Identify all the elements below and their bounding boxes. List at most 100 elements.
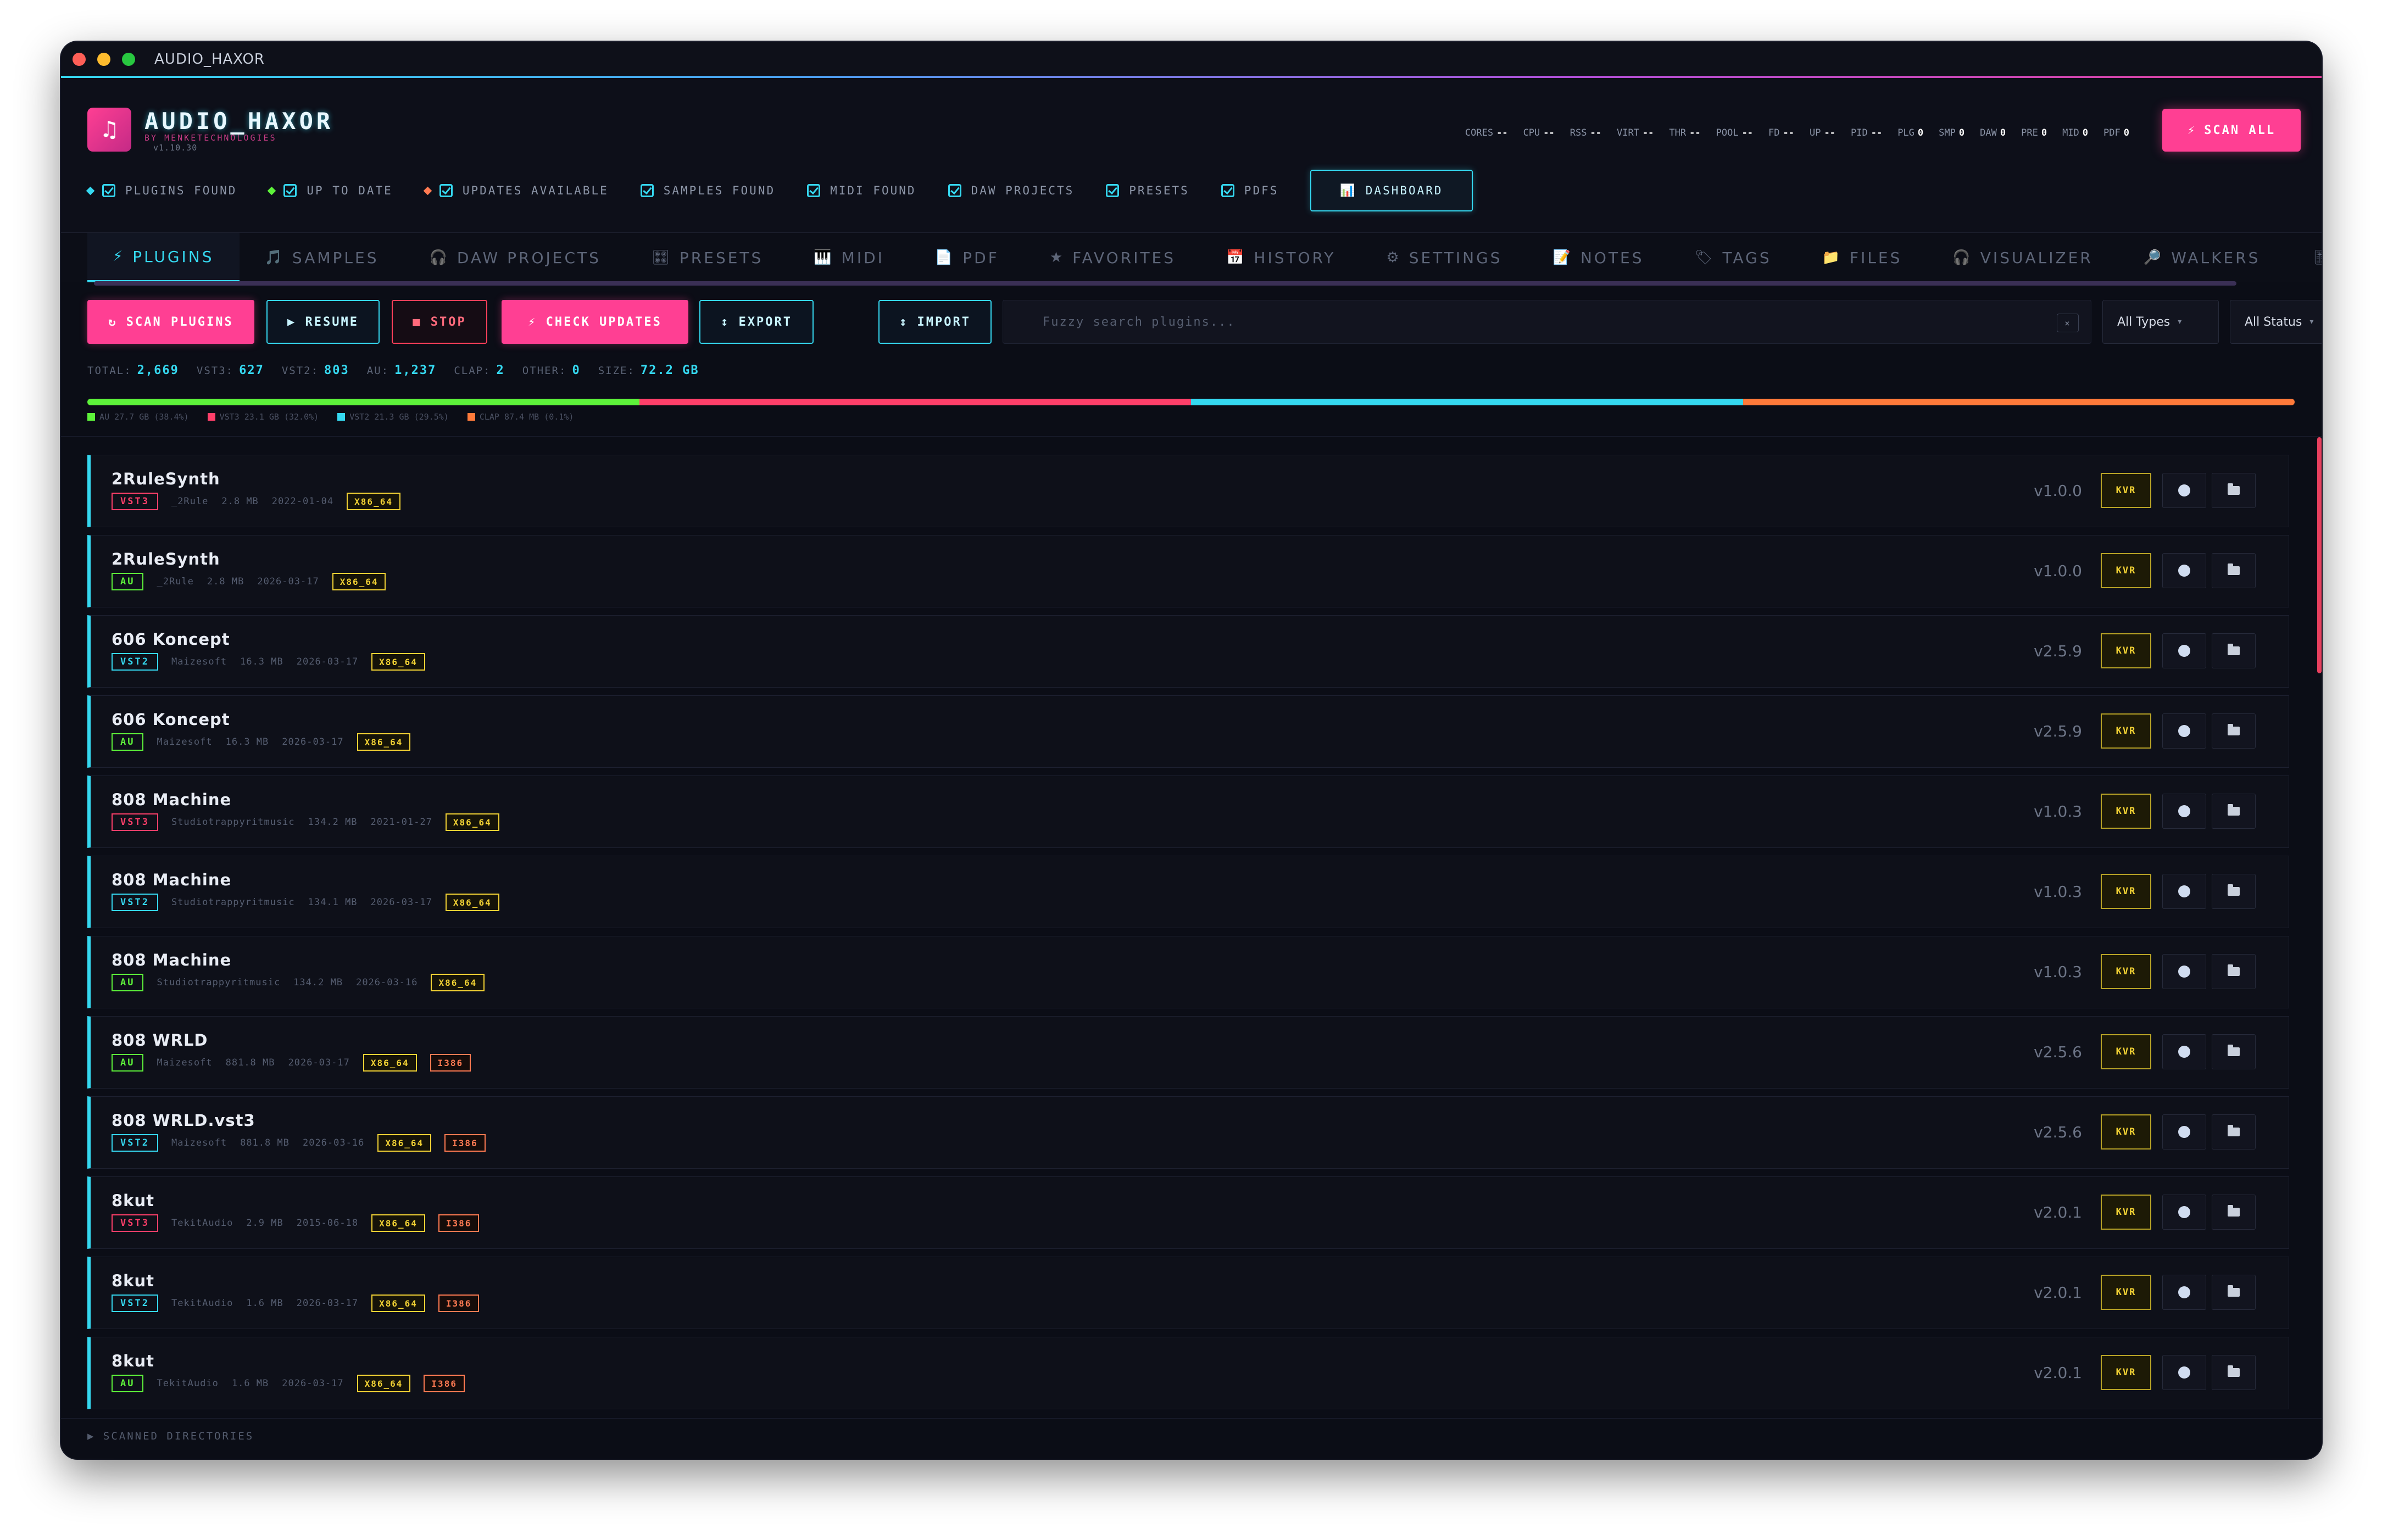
plugin-row[interactable]: 808 WRLD.vst3 VST2 Maizesoft 881.8 MB 2026-0… <box>87 1096 2289 1169</box>
reveal-button[interactable] <box>2162 1275 2206 1310</box>
tab-presets[interactable]: 🎛 PRESETS <box>626 233 788 282</box>
chip-midi-found[interactable]: MIDI FOUND <box>807 184 916 197</box>
reveal-button[interactable] <box>2162 473 2206 508</box>
stat-value: 0 <box>2041 127 2047 138</box>
reveal-button[interactable] <box>2162 1114 2206 1150</box>
kvr-button[interactable]: KVR <box>2101 874 2151 909</box>
dashboard-button[interactable]: 📊 DASHBOARD <box>1310 170 1473 211</box>
chip-samples-found[interactable]: SAMPLES FOUND <box>640 184 775 197</box>
kvr-button[interactable]: KVR <box>2101 1114 2151 1150</box>
tab-midi[interactable]: 🎹 MIDI <box>788 233 910 282</box>
open-folder-button[interactable] <box>2212 874 2256 909</box>
import-button[interactable]: ↕ IMPORT <box>878 300 992 344</box>
checkbox-icon[interactable] <box>439 184 453 197</box>
open-folder-button[interactable] <box>2212 1114 2256 1150</box>
clear-search-button[interactable]: × <box>2057 314 2079 332</box>
kvr-button[interactable]: KVR <box>2101 1275 2151 1310</box>
plugin-row[interactable]: 808 WRLD AU Maizesoft 881.8 MB 2026-03-17 X86… <box>87 1016 2289 1089</box>
kvr-button[interactable]: KVR <box>2101 553 2151 588</box>
kvr-button[interactable]: KVR <box>2101 713 2151 749</box>
plugin-row[interactable]: 8kut VST2 TekitAudio 1.6 MB 2026-03-17 X86_64… <box>87 1257 2289 1329</box>
tab-plugins[interactable]: ⚡ PLUGINS <box>87 233 240 282</box>
kvr-button[interactable]: KVR <box>2101 954 2151 989</box>
reveal-button[interactable] <box>2162 954 2206 989</box>
export-button[interactable]: ↕ EXPORT <box>699 300 814 344</box>
open-folder-button[interactable] <box>2212 553 2256 588</box>
chip-pdfs[interactable]: PDFS <box>1221 184 1279 197</box>
open-folder-button[interactable] <box>2212 1034 2256 1069</box>
tab-settings[interactable]: ⚙ SETTINGS <box>1361 233 1527 282</box>
open-folder-button[interactable] <box>2212 1195 2256 1230</box>
plugin-row[interactable]: 606 Koncept VST2 Maizesoft 16.3 MB 2026-03-1… <box>87 615 2289 688</box>
tab-daw-projects[interactable]: 🎧 DAW PROJECTS <box>404 233 626 282</box>
reveal-button[interactable] <box>2162 794 2206 829</box>
tab-walkers[interactable]: 🔎 WALKERS <box>2118 233 2286 282</box>
scan-plugins-button[interactable]: ↻ SCAN PLUGINS <box>87 300 254 344</box>
chip-daw-projects[interactable]: DAW PROJECTS <box>948 184 1075 197</box>
kvr-button[interactable]: KVR <box>2101 473 2151 508</box>
checkbox-icon[interactable] <box>1106 184 1120 197</box>
kvr-button[interactable]: KVR <box>2101 1355 2151 1390</box>
plugin-row[interactable]: 808 Machine AU Studiotrappyritmusic 134.2 M… <box>87 936 2289 1008</box>
status-filter-select[interactable]: All Status ▾ <box>2230 300 2322 344</box>
open-folder-button[interactable] <box>2212 713 2256 749</box>
tab-files[interactable]: 📁 FILES <box>1797 233 1928 282</box>
reveal-button[interactable] <box>2162 1195 2206 1230</box>
tab-audio[interactable]: 🎚AUDIO <box>2285 233 2322 282</box>
reveal-button[interactable] <box>2162 713 2206 749</box>
list-scrollbar[interactable] <box>2317 437 2322 1063</box>
reveal-button[interactable] <box>2162 553 2206 588</box>
close-window-button[interactable] <box>73 53 86 66</box>
reveal-button[interactable] <box>2162 1034 2206 1069</box>
list-scrollbar-thumb[interactable] <box>2317 437 2322 673</box>
plugin-row[interactable]: 606 Koncept AU Maizesoft 16.3 MB 2026-03-17 X… <box>87 695 2289 768</box>
open-folder-button[interactable] <box>2212 473 2256 508</box>
check-updates-button[interactable]: ⚡ CHECK UPDATES <box>502 300 688 344</box>
scan-all-button[interactable]: ⚡ SCAN ALL <box>2162 109 2301 152</box>
checkbox-icon[interactable] <box>1221 184 1234 197</box>
plugin-row[interactable]: 8kut VST3 TekitAudio 2.9 MB 2015-06-18 X86_64… <box>87 1176 2289 1249</box>
minimize-window-button[interactable] <box>97 53 110 66</box>
search-input[interactable]: Fuzzy search plugins... × <box>1003 300 2091 344</box>
plugin-row[interactable]: 808 Machine VST3 Studiotrappyritmusic 134.2… <box>87 775 2289 848</box>
plugin-row[interactable]: 2RuleSynth VST3 _2Rule 2.8 MB 2022-01-04 X86_… <box>87 455 2289 527</box>
checkbox-icon[interactable] <box>102 184 115 197</box>
reveal-button[interactable] <box>2162 1355 2206 1390</box>
chip-updates-available[interactable]: UPDATES AVAILABLE <box>423 184 609 197</box>
chip-presets[interactable]: PRESETS <box>1106 184 1189 197</box>
scanned-directories-toggle[interactable]: ▶ SCANNED DIRECTORIES <box>87 1430 254 1442</box>
tab-pdf[interactable]: 📄 PDF <box>910 233 1025 282</box>
checkbox-icon[interactable] <box>948 184 961 197</box>
checkbox-icon[interactable] <box>807 184 821 197</box>
open-folder-button[interactable] <box>2212 1275 2256 1310</box>
checkbox-icon[interactable] <box>283 184 297 197</box>
reveal-button[interactable] <box>2162 633 2206 668</box>
tab-notes[interactable]: 📝 NOTES <box>1528 233 1669 282</box>
tab-history[interactable]: 📅 HISTORY <box>1201 233 1361 282</box>
chip-plugins-found[interactable]: PLUGINS FOUND <box>86 184 237 197</box>
stat-plg: PLG 0 <box>1897 127 1923 138</box>
plugin-row[interactable]: 808 Machine VST2 Studiotrappyritmusic 134.1… <box>87 856 2289 928</box>
kvr-button[interactable]: KVR <box>2101 633 2151 668</box>
tabs-scrollbar[interactable] <box>94 281 2236 286</box>
tab-tags[interactable]: 🏷 TAGS <box>1669 233 1797 282</box>
reveal-button[interactable] <box>2162 874 2206 909</box>
plugin-row[interactable]: 2RuleSynth AU _2Rule 2.8 MB 2026-03-17 X86_64… <box>87 535 2289 607</box>
open-folder-button[interactable] <box>2212 954 2256 989</box>
tab-samples[interactable]: 🎵 SAMPLES <box>240 233 404 282</box>
checkbox-icon[interactable] <box>640 184 654 197</box>
maximize-window-button[interactable] <box>122 53 135 66</box>
type-filter-select[interactable]: All Types ▾ <box>2102 300 2219 344</box>
stop-button[interactable]: ■ STOP <box>392 300 487 344</box>
chip-up-to-date[interactable]: UP TO DATE <box>268 184 392 197</box>
open-folder-button[interactable] <box>2212 633 2256 668</box>
open-folder-button[interactable] <box>2212 1355 2256 1390</box>
tab-favorites[interactable]: ★ FAVORITES <box>1025 233 1201 282</box>
resume-button[interactable]: ▶ RESUME <box>266 300 380 344</box>
plugin-row[interactable]: 8kut AU TekitAudio 1.6 MB 2026-03-17 X86_64 I3… <box>87 1337 2289 1409</box>
kvr-button[interactable]: KVR <box>2101 1034 2151 1069</box>
kvr-button[interactable]: KVR <box>2101 794 2151 829</box>
kvr-button[interactable]: KVR <box>2101 1195 2151 1230</box>
tab-visualizer[interactable]: 🎧 VISUALIZER <box>1927 233 2118 282</box>
open-folder-button[interactable] <box>2212 794 2256 829</box>
